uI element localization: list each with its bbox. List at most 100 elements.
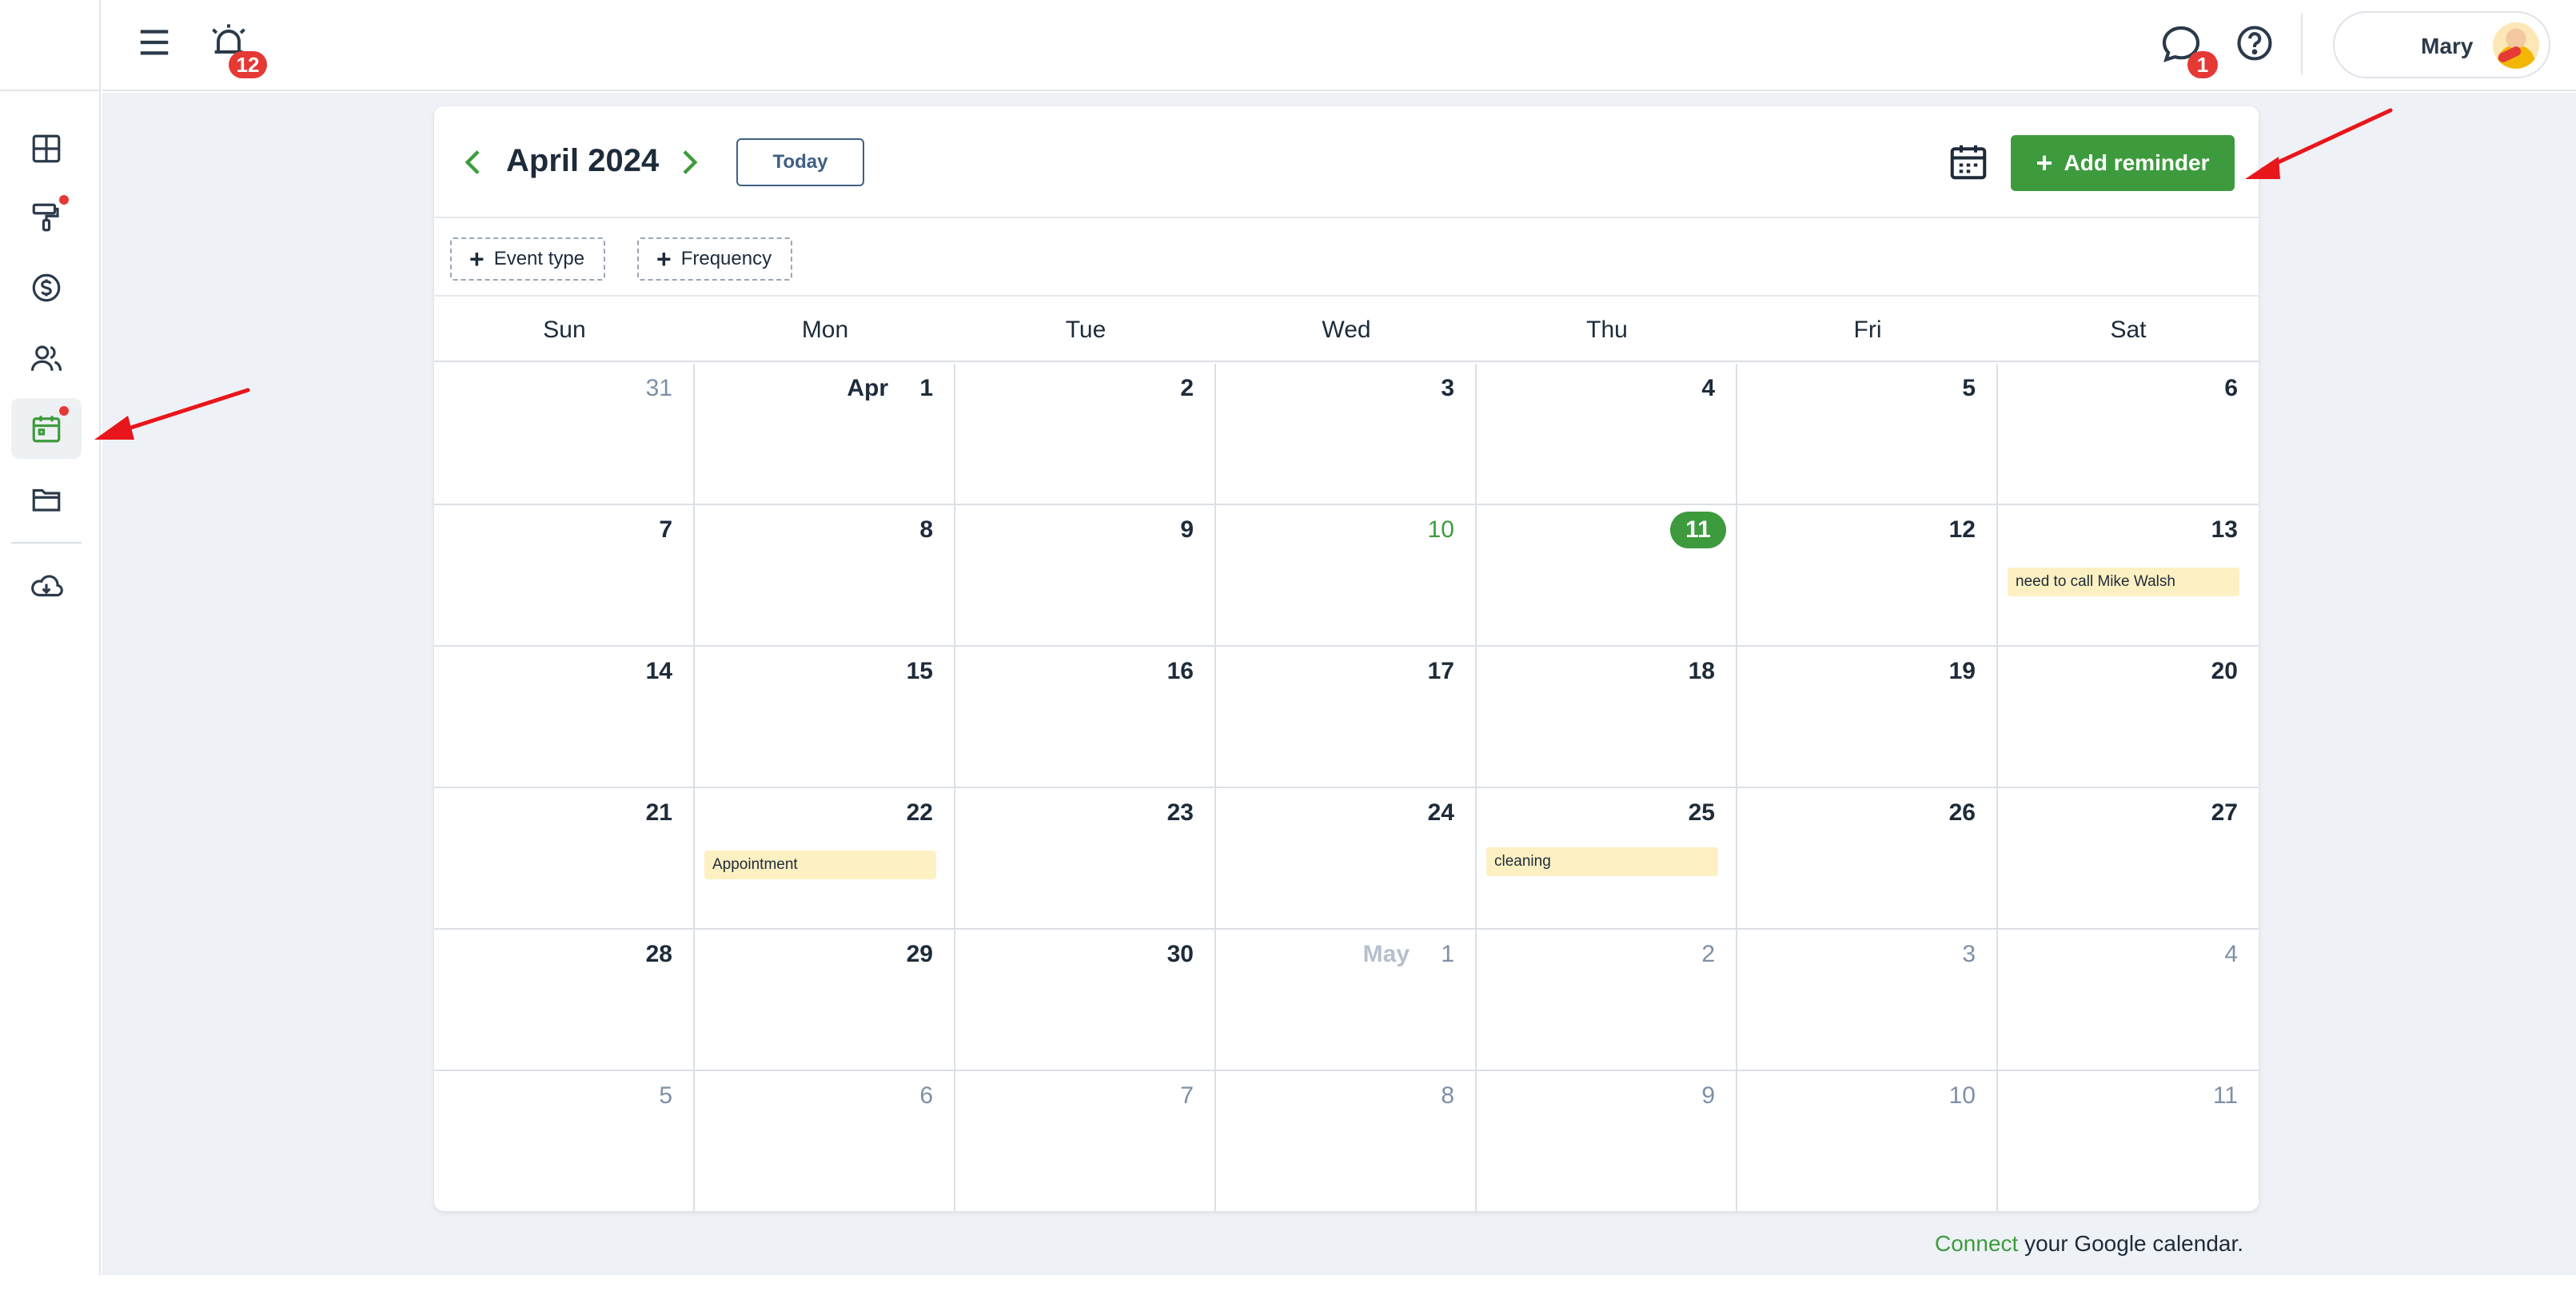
calendar-header: April 2024 Today + Add reminder bbox=[434, 106, 2259, 218]
day-number: 23 bbox=[1166, 799, 1194, 826]
plus-icon: + bbox=[656, 245, 672, 273]
day-number: 31 bbox=[645, 375, 672, 401]
calendar-day-cell[interactable]: 13 need to call Mike Walsh bbox=[1998, 505, 2259, 647]
day-number: 21 bbox=[645, 799, 672, 826]
day-number: 14 bbox=[645, 658, 672, 684]
calendar-day-cell[interactable]: 31 bbox=[434, 364, 695, 505]
day-number: 22 bbox=[906, 799, 933, 826]
user-menu-button[interactable]: Mary bbox=[2333, 11, 2550, 78]
calendar-day-cell[interactable]: 11 bbox=[1998, 1071, 2259, 1211]
next-month-icon[interactable] bbox=[672, 146, 704, 178]
day-number: 6 bbox=[919, 1082, 933, 1109]
day-number: 25 bbox=[1688, 799, 1715, 826]
day-number: 17 bbox=[1427, 658, 1454, 684]
event-type-filter[interactable]: + Event type bbox=[450, 237, 605, 281]
calendar-day-cell[interactable]: 6 bbox=[1998, 364, 2259, 505]
calendar-day-cell[interactable]: 2 bbox=[955, 364, 1216, 505]
calendar-day-cell[interactable]: 21 bbox=[434, 788, 695, 930]
calendar-card: April 2024 Today + Add reminder + Event … bbox=[434, 106, 2259, 1211]
calendar-day-cell[interactable]: 7 bbox=[434, 505, 695, 647]
calendar-day-cell[interactable]: 8 bbox=[1216, 1071, 1477, 1211]
day-number: 29 bbox=[906, 941, 933, 967]
weekday-label: Sun bbox=[543, 317, 586, 343]
calendar-day-cell[interactable]: 5 bbox=[434, 1071, 695, 1211]
day-number: 26 bbox=[1948, 799, 1976, 826]
calendar-day-cell[interactable]: 14 bbox=[434, 647, 695, 788]
menu-icon[interactable] bbox=[136, 24, 173, 61]
calendar-day-cell[interactable]: 27 bbox=[1998, 788, 2259, 930]
avatar bbox=[2493, 22, 2539, 69]
day-number: 16 bbox=[1166, 658, 1194, 684]
add-reminder-button[interactable]: + Add reminder bbox=[2011, 135, 2235, 191]
connect-link[interactable]: Connect bbox=[1935, 1231, 2018, 1256]
filter-label: Frequency bbox=[680, 248, 772, 269]
calendar-day-cell[interactable]: 25 cleaning bbox=[1477, 788, 1737, 930]
day-number: 15 bbox=[906, 658, 933, 684]
calendar-day-cell[interactable]: 12 bbox=[1737, 505, 1998, 647]
month-prefix: May bbox=[1362, 941, 1410, 967]
paint-roller-icon bbox=[32, 203, 59, 232]
calendar-day-cell[interactable]: 17 bbox=[1216, 647, 1477, 788]
users-icon bbox=[30, 345, 62, 371]
calendar-day-cell[interactable]: 7 bbox=[955, 1071, 1216, 1211]
calendar-day-cell[interactable]: 9 bbox=[955, 505, 1216, 647]
day-number: 5 bbox=[1962, 375, 1976, 401]
sidebar-divider bbox=[11, 542, 82, 544]
calendar-event[interactable]: cleaning bbox=[1486, 847, 1718, 876]
calendar-day-cell[interactable]: 2 bbox=[1477, 930, 1737, 1071]
day-number: 11 bbox=[2212, 1082, 2238, 1109]
sidebar-item-customers[interactable] bbox=[11, 328, 82, 389]
weekday-label: Thu bbox=[1586, 317, 1628, 343]
day-number: 2 bbox=[1180, 375, 1194, 401]
prev-month-icon[interactable] bbox=[458, 146, 490, 178]
calendar-day-cell[interactable]: 29 bbox=[695, 930, 955, 1071]
day-number: 1 bbox=[919, 375, 933, 401]
sidebar-item-jobs[interactable] bbox=[11, 187, 82, 248]
calendar-day-cell[interactable]: 18 bbox=[1477, 647, 1737, 788]
calendar-event[interactable]: Appointment bbox=[704, 851, 936, 879]
calendar-day-cell[interactable]: 6 bbox=[695, 1071, 955, 1211]
calendar-day-cell[interactable]: 4 bbox=[1477, 364, 1737, 505]
calendar-day-cell[interactable]: 16 bbox=[955, 647, 1216, 788]
day-number: 2 bbox=[1701, 941, 1715, 967]
calendar-day-cell[interactable]: 10 bbox=[1737, 1071, 1998, 1211]
frequency-filter[interactable]: + Frequency bbox=[637, 237, 792, 281]
calendar-grid: 31 1 Apr 2 3 4 5 6 7 8 9 10 11 12 13 need to call Mike … bbox=[434, 364, 2259, 1211]
calendar-day-cell[interactable]: 22 Appointment bbox=[695, 788, 955, 930]
weekday-label: Mon bbox=[801, 317, 849, 343]
calendar-day-cell[interactable]: 10 bbox=[1216, 505, 1477, 647]
calendar-day-cell[interactable]: 3 bbox=[1216, 364, 1477, 505]
day-number: 10 bbox=[1427, 516, 1454, 543]
calendar-day-cell[interactable]: 19 bbox=[1737, 647, 1998, 788]
calendar-day-cell[interactable]: 1 May bbox=[1216, 930, 1477, 1071]
calendar-day-cell[interactable]: 1 Apr bbox=[695, 364, 955, 505]
calendar-day-cell[interactable]: 8 bbox=[695, 505, 955, 647]
calendar-icon bbox=[32, 416, 61, 443]
today-button[interactable]: Today bbox=[736, 138, 864, 186]
calendar-day-cell[interactable]: 24 bbox=[1216, 788, 1477, 930]
calendar-day-cell[interactable]: 20 bbox=[1998, 647, 2259, 788]
calendar-event[interactable]: need to call Mike Walsh bbox=[2008, 568, 2239, 596]
day-number: 19 bbox=[1948, 658, 1976, 684]
calendar-day-cell[interactable]: 26 bbox=[1737, 788, 1998, 930]
day-number: 6 bbox=[2224, 375, 2238, 401]
calendar-day-cell[interactable]: 4 bbox=[1998, 930, 2259, 1071]
calendar-day-cell[interactable]: 30 bbox=[955, 930, 1216, 1071]
sidebar-item-calendar[interactable] bbox=[11, 398, 82, 459]
calendar-day-cell[interactable]: 23 bbox=[955, 788, 1216, 930]
day-number: 1 bbox=[1441, 941, 1454, 967]
calendar-day-cell[interactable]: 15 bbox=[695, 647, 955, 788]
sidebar-item-download[interactable] bbox=[11, 556, 82, 617]
help-icon[interactable] bbox=[2234, 22, 2275, 64]
day-number: 8 bbox=[919, 516, 933, 543]
calendar-day-cell[interactable]: 5 bbox=[1737, 364, 1998, 505]
calendar-day-cell[interactable]: 11 bbox=[1477, 505, 1737, 647]
day-number: 10 bbox=[1948, 1082, 1976, 1109]
sidebar-item-finance[interactable] bbox=[11, 257, 82, 318]
calendar-day-cell[interactable]: 28 bbox=[434, 930, 695, 1071]
calendar-view-icon[interactable] bbox=[1947, 140, 1990, 183]
calendar-day-cell[interactable]: 9 bbox=[1477, 1071, 1737, 1211]
sidebar-item-dashboard[interactable] bbox=[11, 118, 82, 179]
calendar-day-cell[interactable]: 3 bbox=[1737, 930, 1998, 1071]
sidebar-item-files[interactable] bbox=[11, 468, 82, 529]
